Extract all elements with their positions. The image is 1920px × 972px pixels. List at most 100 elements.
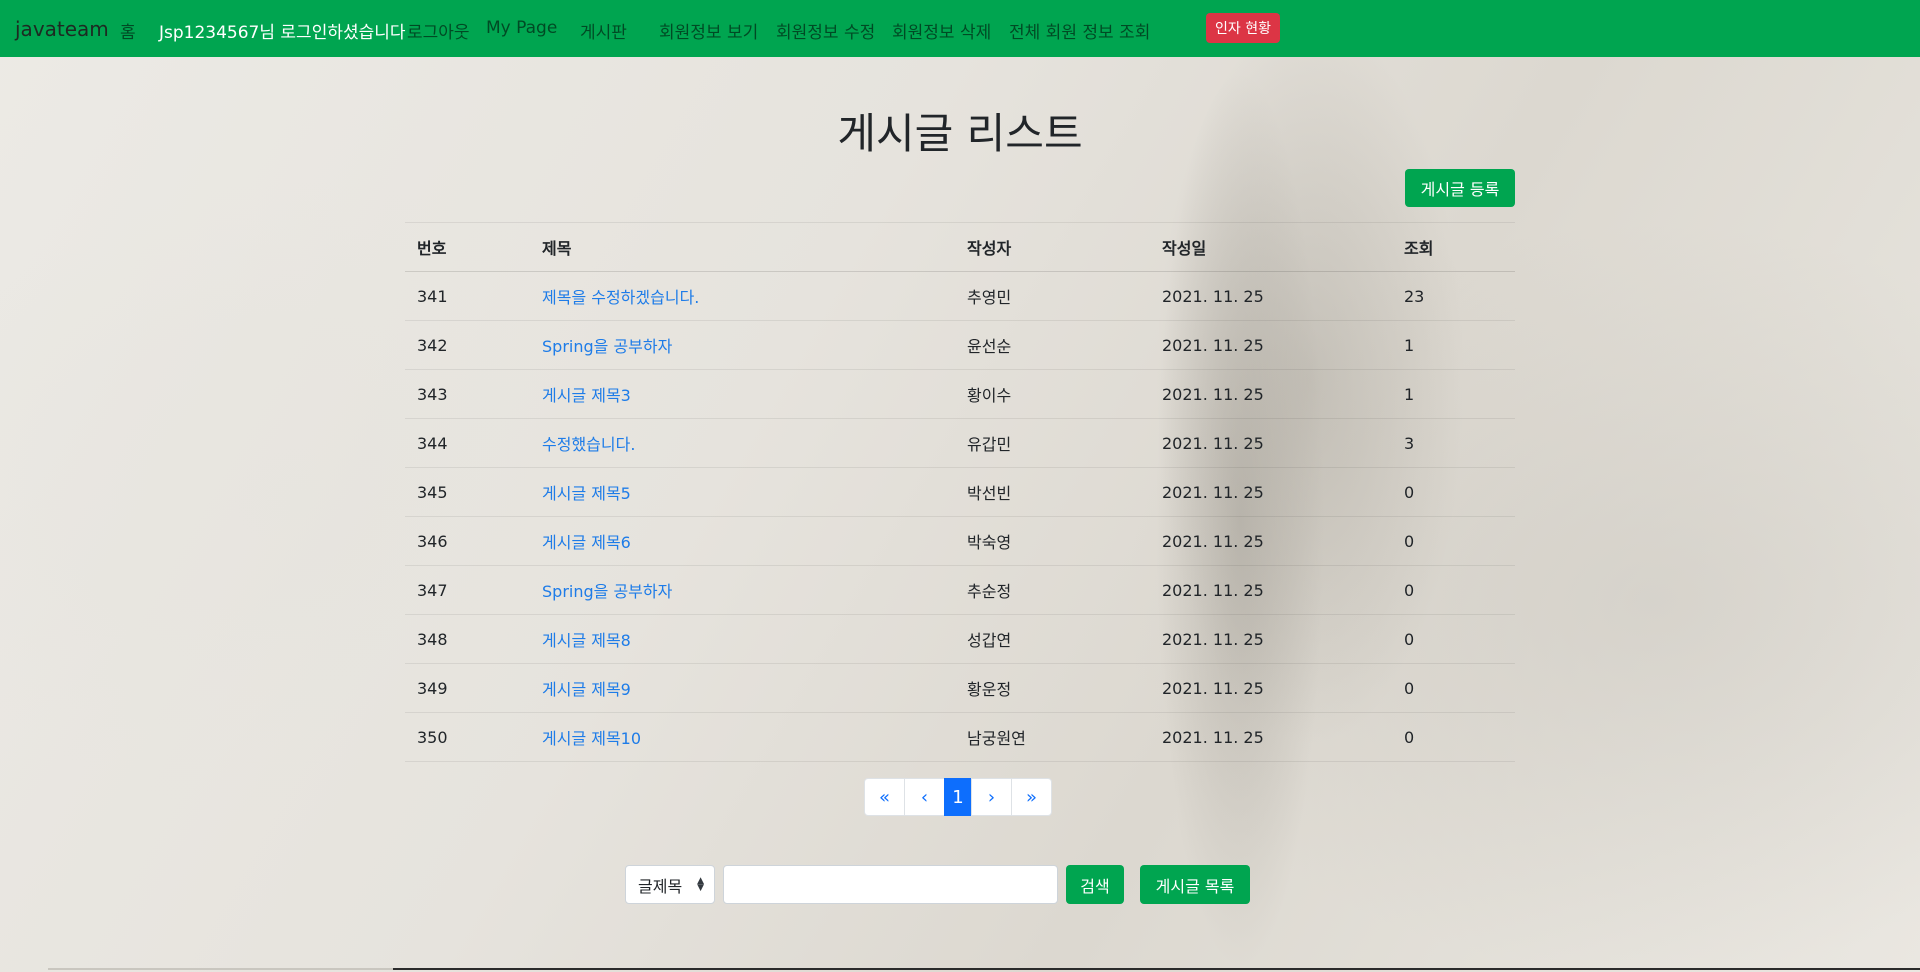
table-cell: 350 <box>405 712 530 762</box>
search-select-value: 글제목 <box>638 876 683 896</box>
nav-my-page[interactable]: My Page <box>486 18 557 38</box>
post-views: 0 <box>1404 678 1415 698</box>
select-arrows-icon: ▲ ▼ <box>697 876 704 893</box>
nav-all-members[interactable]: 전체 회원 정보 조회 <box>1009 18 1150 43</box>
post-title-link[interactable]: 게시글 제목6 <box>542 533 631 552</box>
table-row: 342 Spring을 공부하자 윤선순 2021. 11. 25 1 <box>405 320 1515 370</box>
nav-board[interactable]: 게시판 <box>580 18 627 43</box>
post-date: 2021. 11. 25 <box>1162 580 1264 600</box>
table-cell: Spring을 공부하자 <box>530 565 955 615</box>
table-cell: 2021. 11. 25 <box>1150 271 1392 321</box>
table-cell: 342 <box>405 320 530 370</box>
post-title-link[interactable]: 게시글 제목10 <box>542 729 641 748</box>
post-list-button[interactable]: 게시글 목록 <box>1140 865 1250 904</box>
nav-member-edit[interactable]: 회원정보 수정 <box>776 18 875 43</box>
table-cell: 게시글 제목9 <box>530 663 955 713</box>
table-cell: 남궁원연 <box>955 712 1150 762</box>
post-number: 350 <box>417 727 448 747</box>
post-title-link[interactable]: 게시글 제목8 <box>542 631 631 650</box>
table-cell: 게시글 제목5 <box>530 467 955 517</box>
prev-page-button[interactable]: ‹ <box>904 778 945 816</box>
post-title-link[interactable]: Spring을 공부하자 <box>542 582 672 601</box>
table-cell: 345 <box>405 467 530 517</box>
header-author: 작성자 <box>955 222 1150 272</box>
post-author: 남궁원연 <box>967 729 1026 748</box>
table-cell: 성갑연 <box>955 614 1150 664</box>
post-title-link[interactable]: 게시글 제목5 <box>542 484 631 503</box>
table-cell: 0 <box>1392 614 1515 664</box>
post-views: 1 <box>1404 384 1415 404</box>
search-field-select[interactable]: 글제목 ▲ ▼ <box>625 865 715 904</box>
last-page-button[interactable]: » <box>1011 778 1052 816</box>
nav-home[interactable]: 홈 <box>120 18 136 43</box>
post-author: 추영민 <box>967 288 1012 307</box>
post-title-link[interactable]: 게시글 제목9 <box>542 680 631 699</box>
nav-login-status: Jsp1234567님 로그인하셨습니다 <box>159 23 406 43</box>
table-cell: 게시글 제목6 <box>530 516 955 566</box>
header-number: 번호 <box>405 222 530 272</box>
table-cell: 23 <box>1392 271 1515 321</box>
status-button[interactable]: 인자 현황 <box>1206 13 1280 43</box>
post-author: 박선빈 <box>967 484 1012 503</box>
post-views: 3 <box>1404 433 1415 453</box>
register-post-button[interactable]: 게시글 등록 <box>1405 169 1515 207</box>
table-cell: 348 <box>405 614 530 664</box>
nav-logout[interactable]: 로그아웃 <box>407 18 470 43</box>
table-cell: 추영민 <box>955 271 1150 321</box>
table-cell: 박숙영 <box>955 516 1150 566</box>
post-views: 0 <box>1404 482 1415 502</box>
table-cell: 황운정 <box>955 663 1150 713</box>
post-date: 2021. 11. 25 <box>1162 482 1264 502</box>
page-title: 게시글 리스트 <box>837 109 1083 158</box>
post-date: 2021. 11. 25 <box>1162 727 1264 747</box>
table-cell: 게시글 제목3 <box>530 369 955 419</box>
header-title: 제목 <box>530 222 955 272</box>
pagination: « ‹ 1 › » <box>864 778 1052 816</box>
post-number: 344 <box>417 433 448 453</box>
post-title-link[interactable]: 제목을 수정하겠습니다. <box>542 288 699 307</box>
post-date: 2021. 11. 25 <box>1162 286 1264 306</box>
bottom-divider-dark <box>393 968 1920 970</box>
post-number: 341 <box>417 286 448 306</box>
table-cell: 0 <box>1392 467 1515 517</box>
table-row: 341 제목을 수정하겠습니다. 추영민 2021. 11. 25 23 <box>405 271 1515 321</box>
post-author: 유갑민 <box>967 435 1012 454</box>
table-cell: 344 <box>405 418 530 468</box>
table-cell: 1 <box>1392 369 1515 419</box>
table-cell: 2021. 11. 25 <box>1150 418 1392 468</box>
post-author: 성갑연 <box>967 631 1012 650</box>
search-input[interactable] <box>723 865 1058 904</box>
post-number: 347 <box>417 580 448 600</box>
table-row: 345 게시글 제목5 박선빈 2021. 11. 25 0 <box>405 467 1515 517</box>
table-cell: 0 <box>1392 712 1515 762</box>
next-page-button[interactable]: › <box>971 778 1012 816</box>
post-number: 345 <box>417 482 448 502</box>
board-table: 번호 제목 작성자 작성일 조회 341 제목을 수정하겠습니다. 추영민 2021.… <box>405 222 1515 762</box>
header-date: 작성일 <box>1150 222 1392 272</box>
table-cell: 2021. 11. 25 <box>1150 663 1392 713</box>
top-navbar: javateam 홈 Jsp1234567님 로그인하셨습니다 로그아웃 My … <box>0 0 1920 57</box>
table-header-row: 번호 제목 작성자 작성일 조회 <box>405 222 1515 272</box>
table-cell: 게시글 제목8 <box>530 614 955 664</box>
search-button[interactable]: 검색 <box>1066 865 1124 904</box>
table-cell: 347 <box>405 565 530 615</box>
post-title-link[interactable]: 게시글 제목3 <box>542 386 631 405</box>
brand-logo[interactable]: javateam <box>15 17 109 41</box>
post-views: 23 <box>1404 286 1425 306</box>
post-title-link[interactable]: 수정했습니다. <box>542 435 635 454</box>
post-number: 349 <box>417 678 448 698</box>
table-cell: 유갑민 <box>955 418 1150 468</box>
table-row: 350 게시글 제목10 남궁원연 2021. 11. 25 0 <box>405 712 1515 762</box>
first-page-button[interactable]: « <box>864 778 905 816</box>
table-cell: 2021. 11. 25 <box>1150 516 1392 566</box>
table-cell: 추순정 <box>955 565 1150 615</box>
current-page-button[interactable]: 1 <box>944 778 972 816</box>
post-title-link[interactable]: Spring을 공부하자 <box>542 337 672 356</box>
post-date: 2021. 11. 25 <box>1162 678 1264 698</box>
post-date: 2021. 11. 25 <box>1162 629 1264 649</box>
nav-member-delete[interactable]: 회원정보 삭제 <box>892 18 991 43</box>
nav-member-view[interactable]: 회원정보 보기 <box>659 18 758 43</box>
post-views: 0 <box>1404 580 1415 600</box>
post-number: 346 <box>417 531 448 551</box>
table-cell: 수정했습니다. <box>530 418 955 468</box>
